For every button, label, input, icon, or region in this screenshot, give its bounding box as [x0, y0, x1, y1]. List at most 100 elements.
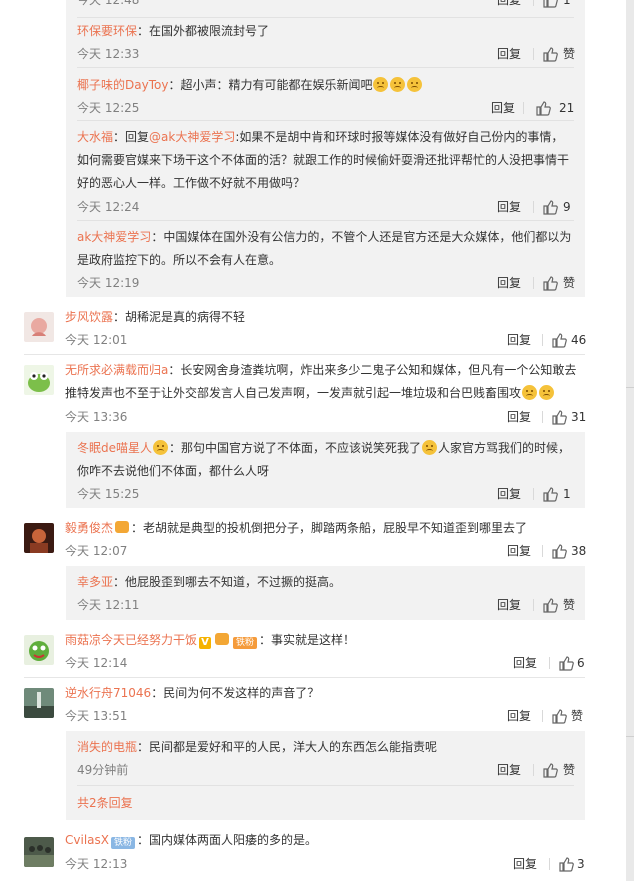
comment-body: ：中国媒体在国外没有公信力的，不管个人还是官方还是大众媒体，他们都以为是政府监控…: [77, 230, 572, 267]
timestamp: 今天 12:25: [77, 101, 140, 115]
reply-button[interactable]: 回复: [513, 856, 537, 872]
thumb-up-icon[interactable]: [542, 275, 558, 291]
view-more-replies-link[interactable]: 共2条回复: [77, 795, 133, 811]
like-count: 6: [577, 656, 585, 670]
thumb-up-icon[interactable]: [542, 199, 558, 215]
timestamp: 今天 12:13: [65, 857, 128, 871]
timestamp: 今天 13:36: [65, 410, 128, 424]
thumb-up-icon[interactable]: [551, 543, 567, 559]
username-link[interactable]: ak大神爱学习: [77, 230, 151, 244]
comment-body: ：事实就是这样！: [259, 633, 356, 647]
username-link[interactable]: 大水福: [77, 130, 113, 144]
divider: [533, 277, 534, 289]
thumb-up-icon[interactable]: [551, 332, 567, 348]
comment-text: 消失的电瓶：民间都是爱好和平的人民，洋大人的东西怎么能指责呢: [77, 736, 574, 759]
divider: [542, 334, 543, 346]
crown-icon: [115, 521, 130, 533]
username-link[interactable]: CvilasX: [65, 833, 109, 847]
comment-body: ：他屁股歪到哪去不知道，不过撅的挺高。: [113, 575, 342, 589]
timestamp: 今天 12:01: [65, 333, 128, 347]
thumb-up-icon[interactable]: [558, 856, 574, 872]
divider: [533, 201, 534, 213]
reply-button[interactable]: 回复: [497, 486, 521, 502]
username-link[interactable]: 雨菇凉今天已经努力干饭: [65, 633, 197, 647]
like-count: 1: [563, 487, 571, 501]
reply-button[interactable]: 回复: [491, 100, 515, 116]
thumb-up-icon[interactable]: [551, 708, 567, 724]
avatar[interactable]: [24, 312, 54, 342]
reply-button[interactable]: 回复: [507, 409, 531, 425]
comment-body: ：民间都是爱好和平的人民，洋大人的东西怎么能指责呢: [137, 740, 438, 754]
reply-button[interactable]: 回复: [507, 332, 531, 348]
avatar[interactable]: [24, 365, 54, 395]
timestamp: 今天 12:07: [65, 544, 128, 558]
username-link[interactable]: 消失的电瓶: [77, 740, 137, 754]
timestamp: 今天 15:25: [77, 487, 140, 501]
timestamp: 今天 12:33: [77, 47, 140, 61]
comment-text: CvilasX 铁粉 ：国内媒体两面人阳痿的多的是。: [65, 829, 585, 852]
like-count: 1: [563, 0, 571, 7]
divider: [549, 858, 550, 870]
like-count: 赞: [563, 47, 576, 61]
reply-button[interactable]: 回复: [513, 655, 537, 671]
username-link[interactable]: 冬眠de喵星人: [77, 441, 152, 455]
reply-button[interactable]: 回复: [507, 708, 531, 724]
like-count: 38: [571, 544, 587, 558]
avatar[interactable]: [24, 688, 54, 718]
thumb-up-icon[interactable]: [542, 486, 558, 502]
comment-body: ：在国外都被限流封号了: [137, 24, 270, 38]
reply-button[interactable]: 回复: [497, 597, 521, 613]
list-item: 毅勇俊杰 ：老胡就是典型的投机倒把分子，脚踏两条船，屁股早不知道歪到哪里去了 今天…: [24, 520, 587, 565]
divider: [549, 657, 550, 669]
divider: [533, 0, 534, 6]
divider: [523, 102, 524, 114]
timestamp: 今天 12:11: [77, 598, 140, 612]
username-link[interactable]: 步风饮露: [65, 310, 113, 324]
thumb-up-icon[interactable]: [558, 655, 574, 671]
username-link[interactable]: 无所求必满载而归a: [65, 363, 168, 377]
reply-button[interactable]: 回复: [497, 0, 521, 8]
emoji-icon: [407, 77, 423, 92]
comment-body: ：回复: [113, 130, 150, 144]
list-item: ak大神爱学习：中国媒体在国外没有公信力的，不管个人还是官方还是大众媒体，他们都…: [77, 221, 575, 297]
divider: [533, 764, 534, 776]
thumb-up-icon[interactable]: [551, 409, 567, 425]
reply-button[interactable]: 回复: [497, 275, 521, 291]
comment-text: 冬眠de喵星人 ：那句中国官方说了不体面，不应该说笑死我了 人家官方骂我们的时候，你…: [77, 437, 574, 483]
username-link[interactable]: 椰子味的DayToy: [77, 78, 168, 92]
divider: [533, 488, 534, 500]
thumb-up-icon[interactable]: [542, 46, 558, 62]
divider: [542, 411, 543, 423]
thumb-up-icon[interactable]: [542, 597, 558, 613]
reply-button[interactable]: 回复: [497, 762, 521, 778]
like-count: 赞: [563, 598, 576, 612]
thumb-up-icon[interactable]: [542, 0, 558, 8]
avatar[interactable]: [24, 837, 54, 867]
mention-link[interactable]: @ak大神爱学习: [149, 130, 235, 144]
comment-body: ：胡稀泥是真的病得不轻: [113, 310, 246, 324]
like-count: 9: [563, 200, 571, 214]
reply-list: 冬眠de喵星人 ：那句中国官方说了不体面，不应该说笑死我了 人家官方骂我们的时候，你…: [66, 432, 585, 508]
comment-body: ：老胡就是典型的投机倒把分子，脚踏两条船，屁股早不知道歪到哪里去了: [131, 521, 528, 535]
reply-button[interactable]: 回复: [507, 543, 531, 559]
username-link[interactable]: 逆水行舟71046: [65, 686, 151, 700]
thumb-up-icon[interactable]: [542, 762, 558, 778]
username-link[interactable]: 环保要环保: [77, 24, 137, 38]
avatar[interactable]: [24, 523, 54, 553]
comment-body: ：民间为何不发这样的声音了？: [151, 686, 320, 700]
username-link[interactable]: 幸多亚: [77, 575, 113, 589]
reply-button[interactable]: 回复: [497, 46, 521, 62]
like-count: 21: [559, 101, 575, 115]
thumb-up-icon[interactable]: [535, 100, 551, 116]
fan-badge: 铁粉: [110, 837, 135, 849]
username-link[interactable]: 毅勇俊杰: [65, 521, 113, 535]
timestamp: 今天 12:48: [77, 0, 140, 7]
avatar[interactable]: [24, 635, 54, 665]
list-item: 环保要环保：在国外都被限流封号了 今天 12:33 回复 赞: [77, 17, 576, 68]
reply-button[interactable]: 回复: [497, 199, 521, 215]
list-item: 大水福：回复@ak大神爱学习:如果不是胡中肯和环球时报等媒体没有做好自己份内的事…: [77, 121, 574, 221]
list-item: 逆水行舟71046：民间为何不发这样的声音了？ 今天 13:51 回复 赞: [24, 685, 585, 730]
reply-list: 消失的电瓶：民间都是爱好和平的人民，洋大人的东西怎么能指责呢 49分钟前 回复 …: [66, 731, 585, 820]
comment-text: 大水福：回复@ak大神爱学习:如果不是胡中肯和环球时报等媒体没有做好自己份内的事…: [77, 126, 574, 195]
timestamp: 今天 12:19: [77, 276, 140, 290]
